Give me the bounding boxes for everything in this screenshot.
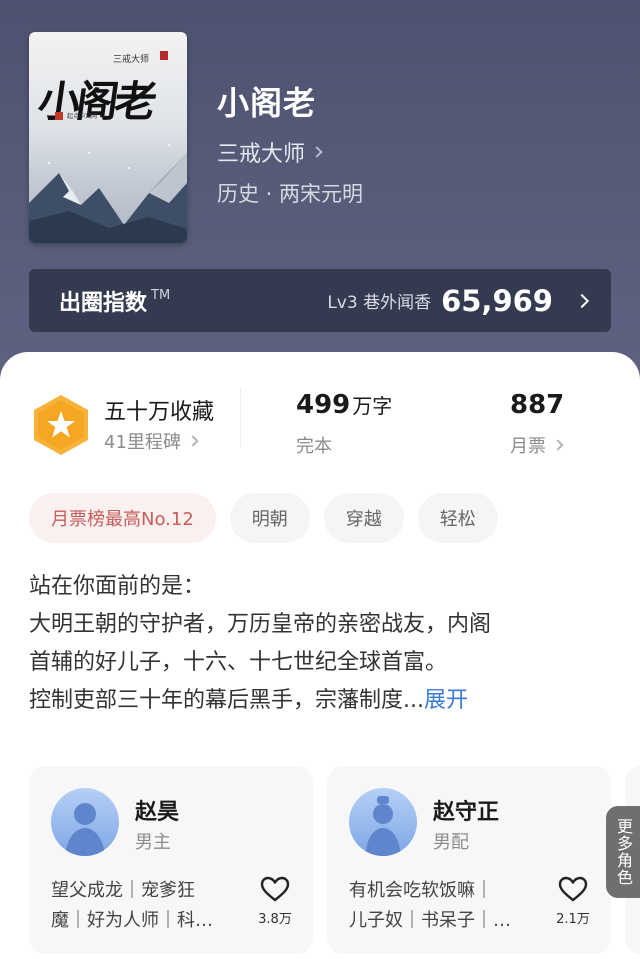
tag-rank[interactable]: 月票榜最高No.12 (29, 493, 216, 543)
role-description-line: 魔｜好为人师｜科… (51, 910, 213, 931)
book-title: 小阁老 (217, 84, 317, 122)
role-description-line: 望父成龙｜宠爹狂 (51, 880, 195, 901)
chevron-right-icon (187, 435, 199, 447)
word-count: 499 万字 (296, 390, 392, 420)
popularity-index-bar[interactable]: 出圈指数 TM Lv3 巷外闻香 65,969 (29, 269, 611, 332)
role-description: 有机会吃软饭嘛｜ 儿子奴｜书呆子｜… (349, 876, 539, 936)
like-button[interactable]: 3.8万 (255, 876, 295, 927)
role-type: 男主 (135, 832, 171, 853)
chevron-right-icon (311, 146, 323, 158)
synopsis-line: 首辅的好儿子，十六、十七世纪全球首富。 (29, 650, 448, 675)
synopsis-line: 站在你面前的是： (29, 574, 206, 599)
character-silhouette-icon (65, 803, 105, 856)
index-value: 65,969 (441, 283, 553, 318)
collection-milestone-link[interactable]: 41里程碑 (104, 428, 199, 454)
chevron-right-icon (574, 293, 590, 308)
book-cover[interactable]: 三戒大师 小阁老 起点中文网 (29, 32, 187, 243)
synopsis-line: 大明王朝的守护者，万历皇帝的亲密战友，内阁 (29, 612, 492, 637)
role-name: 赵守正 (433, 800, 500, 825)
cover-author: 三戒大师 (113, 55, 150, 65)
cover-seal (160, 51, 168, 60)
role-description-line: 儿子奴｜书呆子｜… (349, 910, 511, 931)
book-genre: 历史 · 两宋元明 (217, 182, 364, 206)
like-count: 3.8万 (258, 912, 292, 927)
role-card[interactable]: 赵守正 男配 有机会吃软饭嘛｜ 儿子奴｜书呆子｜… 2.1万 (327, 766, 611, 954)
role-description-line: 有机会吃软饭嘛｜ (349, 880, 493, 901)
milestone-count: 41里程碑 (104, 432, 181, 453)
cover-mountains-illustration (29, 144, 187, 243)
word-count-number: 499 (296, 390, 351, 420)
monthly-ticket-link[interactable]: 月票 (510, 432, 564, 458)
trademark-mark: TM (151, 288, 171, 303)
expand-link[interactable]: 展开 (424, 688, 468, 713)
word-count-unit: 万字 (352, 394, 393, 418)
heart-icon (260, 876, 290, 902)
author-link[interactable]: 三戒大师 (217, 136, 323, 168)
role-type: 男配 (433, 832, 469, 853)
role-name: 赵昊 (135, 800, 180, 825)
chevron-right-icon (552, 439, 564, 451)
heart-icon (558, 876, 588, 902)
divider (240, 388, 241, 448)
author-name: 三戒大师 (217, 142, 306, 167)
cover-publisher: 起点中文网 (67, 113, 98, 120)
tag-lighthearted[interactable]: 轻松 (417, 493, 498, 543)
character-silhouette-icon (365, 796, 401, 856)
index-label: 出圈指数 (59, 290, 148, 316)
tag-list: 月票榜最高No.12 明朝 穿越 轻松 (29, 493, 498, 543)
tag-dynasty[interactable]: 明朝 (229, 493, 310, 543)
like-count: 2.1万 (556, 912, 590, 927)
more-roles-button[interactable]: 更多角色 (606, 806, 640, 898)
collection-milestone-title[interactable]: 五十万收藏 (104, 394, 214, 426)
like-button[interactable]: 2.1万 (553, 876, 593, 927)
monthly-ticket-count: 887 (510, 390, 565, 420)
synopsis[interactable]: 站在你面前的是： 大明王朝的守护者，万历皇帝的亲密战友，内阁 首辅的好儿子，十六… (29, 568, 613, 720)
index-level: Lv3 巷外闻香 (327, 293, 432, 313)
collection-badge-icon[interactable] (32, 394, 90, 456)
synopsis-line-text: 控制吏部三十年的幕后黑手，宗藩制度... (29, 688, 424, 713)
completion-status-text: 完本 (296, 436, 332, 457)
avatar (51, 788, 119, 856)
synopsis-line: 控制吏部三十年的幕后黑手，宗藩制度...展开 (29, 682, 613, 720)
tag-time-travel[interactable]: 穿越 (323, 493, 404, 543)
avatar (349, 788, 417, 856)
monthly-ticket-label: 月票 (510, 436, 546, 457)
completion-status: 完本 (296, 432, 332, 458)
publisher-logo (55, 112, 63, 120)
role-card[interactable]: 赵昊 男主 望父成龙｜宠爹狂 魔｜好为人师｜科… 3.8万 (29, 766, 313, 954)
role-description: 望父成龙｜宠爹狂 魔｜好为人师｜科… (51, 876, 241, 936)
index-summary: Lv3 巷外闻香 65,969 (327, 283, 590, 318)
